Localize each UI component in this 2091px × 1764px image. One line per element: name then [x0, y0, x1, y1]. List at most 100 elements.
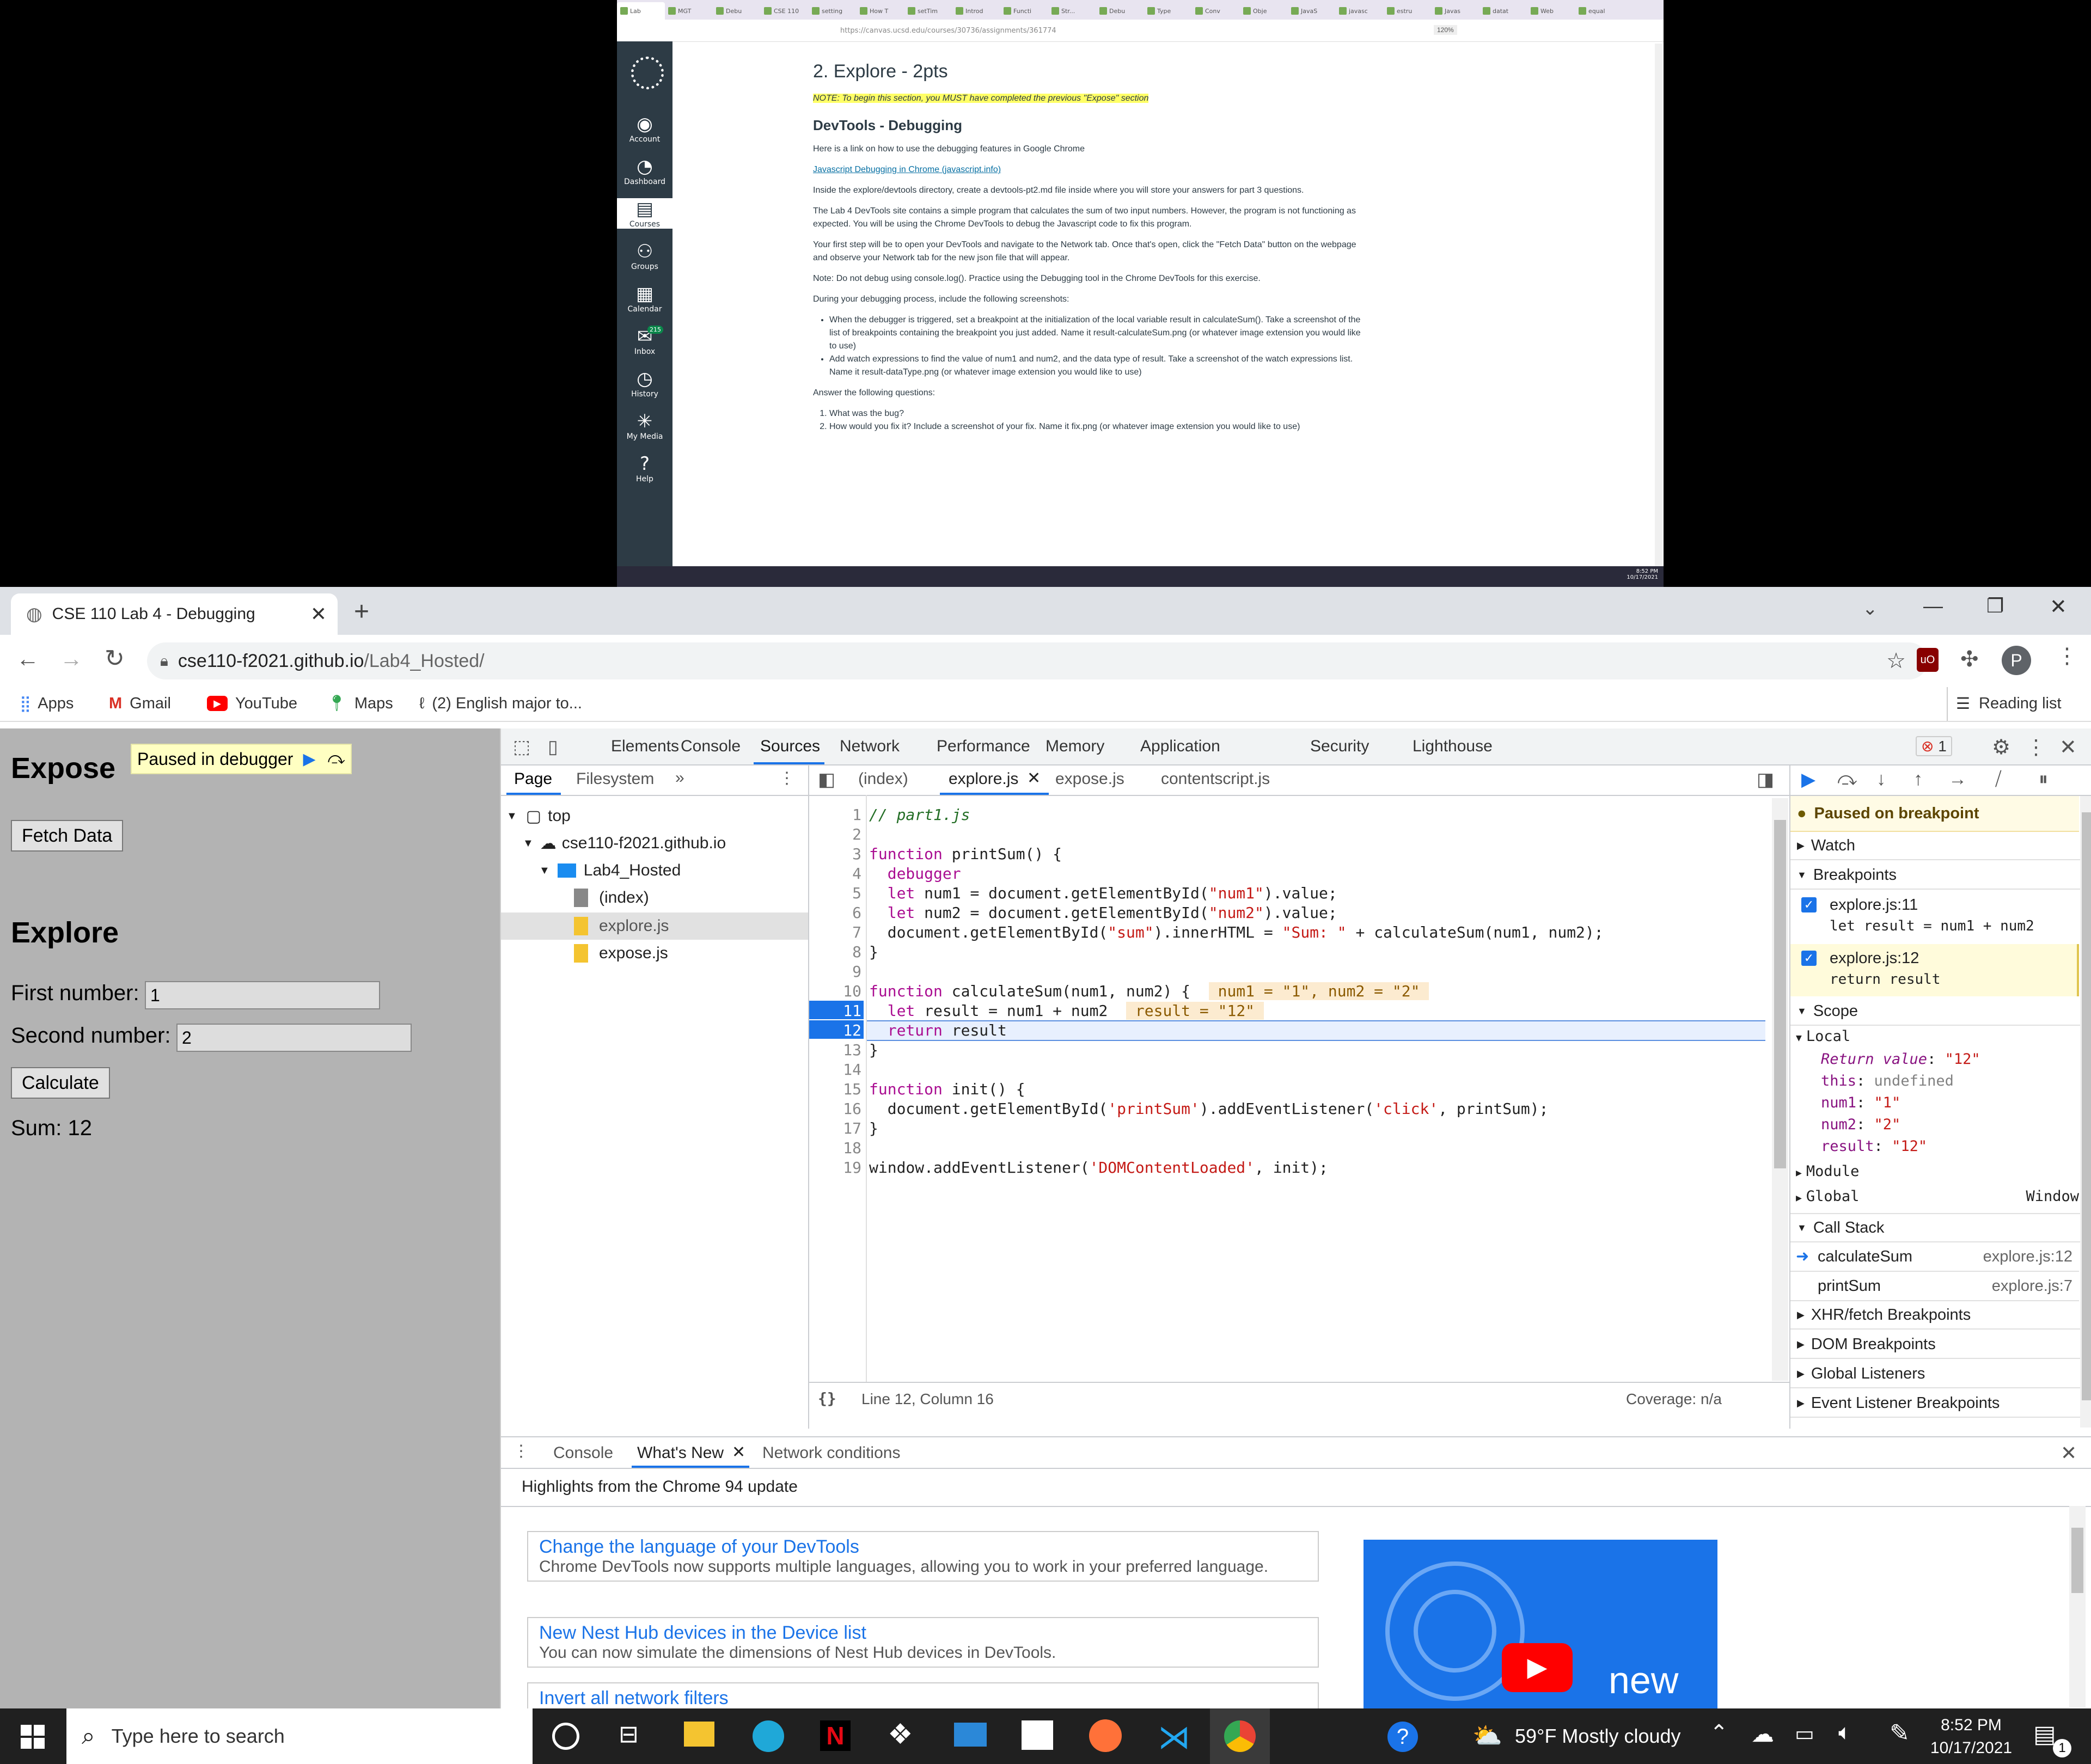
line-number[interactable]: 11	[809, 1002, 861, 1020]
line-number[interactable]: 4	[809, 865, 861, 883]
line-number[interactable]: 12	[809, 1021, 861, 1039]
line-number[interactable]: 15	[809, 1080, 861, 1098]
devtools-tab-network[interactable]: Network	[840, 737, 900, 756]
more-options-icon[interactable]: ⋮	[2026, 735, 2046, 759]
canvas-nav-calendar[interactable]: ▦ Calendar	[617, 283, 672, 314]
checkbox-checked-icon[interactable]: ✓	[1801, 951, 1817, 966]
scope-section[interactable]: ▼ Scope	[1790, 997, 2086, 1026]
scope-variable[interactable]: Return value: "12"	[1821, 1049, 1980, 1070]
code-line[interactable]: document.getElementById('printSum').addE…	[869, 1100, 1549, 1118]
ublock-icon[interactable]: uO	[1917, 648, 1939, 672]
devtools-tab-console[interactable]: Console	[681, 737, 741, 756]
step-icon[interactable]: →	[1948, 769, 1967, 790]
code-line[interactable]: }	[869, 943, 878, 961]
firefox-tab[interactable]: Javas	[1432, 2, 1479, 20]
canvas-nav-account[interactable]: ◉ Account	[617, 113, 672, 144]
onedrive-icon[interactable]: ☁	[1751, 1720, 1774, 1747]
firefox-tab[interactable]: estru	[1384, 2, 1432, 20]
step-into-icon[interactable]: ↓	[1876, 769, 1886, 790]
battery-icon[interactable]: ▭	[1795, 1722, 1814, 1746]
menu-icon[interactable]: ⋮	[2056, 644, 2078, 669]
code-line[interactable]: window.addEventListener('DOMContentLoade…	[869, 1159, 1328, 1177]
bookmark-gmail[interactable]: M Gmail	[109, 693, 171, 714]
more-tabs-icon[interactable]: »	[675, 769, 684, 787]
code-line[interactable]: document.getElementById("sum").innerHTML…	[869, 923, 1604, 941]
firefox-tab[interactable]: Lab	[617, 2, 665, 20]
device-toolbar-icon[interactable]: ▯	[548, 736, 558, 758]
code-line[interactable]: let num2 = document.getElementById("num2…	[869, 904, 1337, 922]
close-file-tab-icon[interactable]: ✕	[1027, 769, 1041, 788]
scope-variable[interactable]: this: undefined	[1821, 1070, 1980, 1092]
firefox-icon[interactable]	[1089, 1719, 1122, 1752]
canvas-nav-inbox[interactable]: ✉ Inbox 215	[617, 326, 672, 356]
firefox-tab[interactable]: setTim	[904, 2, 952, 20]
step-over-icon[interactable]: ⤼	[328, 750, 345, 768]
extensions-icon[interactable]: ✣	[1960, 647, 1979, 672]
minimize-icon[interactable]: —	[1923, 595, 1943, 617]
pretty-print-icon[interactable]: {}	[818, 1389, 836, 1407]
firefox-tab[interactable]: Conv	[1192, 2, 1240, 20]
edge-icon[interactable]	[753, 1720, 784, 1752]
file-tab-expose[interactable]: expose.js	[1055, 770, 1124, 788]
second-number-input[interactable]: 2	[176, 1024, 412, 1052]
line-number[interactable]: 8	[809, 943, 861, 961]
inspect-icon[interactable]: ⬚	[513, 736, 530, 758]
scope-variable[interactable]: result: "12"	[1821, 1136, 1980, 1157]
first-number-input[interactable]: 1	[145, 981, 380, 1009]
event-listener-breakpoints-section[interactable]: ▶ Event Listener Breakpoints	[1790, 1389, 2086, 1418]
close-drawer-tab-icon[interactable]: ✕	[732, 1443, 745, 1462]
video-thumbnail[interactable]: ▶ new	[1364, 1540, 1717, 1710]
tree-file-explore[interactable]: explore.js	[574, 914, 669, 939]
tree-domain[interactable]: ▼ ☁︎ cse110-f2021.github.io	[523, 831, 726, 856]
code-line[interactable]: let result = num1 + num2 result = "12"	[869, 1002, 1264, 1020]
canvas-nav-help[interactable]: ? Help	[617, 453, 672, 483]
bookmark-apps[interactable]: ⣿ Apps	[20, 693, 74, 714]
taskbar-search-box[interactable]: ⌕ Type here to search	[66, 1708, 533, 1764]
mail-icon[interactable]	[954, 1723, 987, 1747]
store-icon[interactable]	[1022, 1720, 1053, 1750]
line-number[interactable]: 17	[809, 1119, 861, 1137]
close-drawer-icon[interactable]: ✕	[2061, 1442, 2077, 1465]
task-view-icon[interactable]: ⊟	[619, 1720, 639, 1748]
devtools-tab-performance[interactable]: Performance	[937, 737, 1030, 756]
call-stack-section[interactable]: ▼ Call Stack	[1790, 1213, 2086, 1242]
volume-icon[interactable]: 🔈︎	[1838, 1720, 1851, 1745]
toggle-navigator-icon[interactable]: ◧	[818, 769, 835, 791]
line-number[interactable]: 1	[809, 806, 861, 824]
scope-variable[interactable]: num1: "1"	[1821, 1092, 1980, 1114]
line-number[interactable]: 10	[809, 982, 861, 1000]
canvas-nav-history[interactable]: ◷ History	[617, 368, 672, 399]
close-devtools-icon[interactable]: ✕	[2059, 735, 2077, 759]
maximize-icon[interactable]: ❐	[1986, 595, 2004, 617]
profile-avatar[interactable]: P	[2002, 646, 2031, 675]
drawer-tab-whats-new[interactable]: What's New	[637, 1444, 724, 1462]
devtools-tab-security[interactable]: Security	[1310, 737, 1369, 756]
show-hidden-icons-icon[interactable]: ⌃	[1710, 1720, 1728, 1745]
firefox-url[interactable]: https://canvas.ucsd.edu/courses/30736/as…	[753, 24, 1592, 37]
breakpoint-item-active[interactable]: ✓ explore.js:12 return result	[1790, 944, 2079, 996]
whats-new-card[interactable]: New Nest Hub devices in the Device list …	[527, 1617, 1319, 1668]
pause-exceptions-icon[interactable]: ⏸︎	[2039, 769, 2048, 790]
code-line[interactable]: function calculateSum(num1, num2) { num1…	[869, 982, 1429, 1000]
back-icon[interactable]: ←	[16, 646, 39, 672]
firefox-tab[interactable]: Web	[1527, 2, 1575, 20]
tree-top[interactable]: ▼ ▢ top	[506, 804, 571, 829]
firefox-tab[interactable]: Str...	[1048, 2, 1096, 20]
line-number[interactable]: 3	[809, 845, 861, 863]
firefox-tab[interactable]: Type	[1144, 2, 1192, 20]
checkbox-checked-icon[interactable]: ✓	[1801, 897, 1817, 912]
error-counter[interactable]: ⊗ 1	[1916, 736, 1952, 756]
firefox-tab[interactable]: javasc	[1336, 2, 1384, 20]
notifications-icon[interactable]: ▤	[2033, 1720, 2056, 1748]
file-tab-explore[interactable]: explore.js	[949, 770, 1018, 788]
firefox-tab[interactable]: Functi	[1000, 2, 1048, 20]
card-title[interactable]: Change the language of your DevTools	[539, 1536, 1307, 1558]
firefox-tab[interactable]: setting	[809, 2, 857, 20]
chrome-taskbar-active[interactable]	[1210, 1708, 1270, 1764]
dropbox-icon[interactable]: ❖	[888, 1718, 913, 1751]
line-number[interactable]: 7	[809, 923, 861, 941]
drawer-scrollbar[interactable]	[2069, 1506, 2086, 1707]
bookmark-maps[interactable]: 📍︎ Maps	[327, 693, 393, 714]
tree-folder[interactable]: ▼ Lab4_Hosted	[539, 858, 681, 883]
resume-icon[interactable]: ▶︎	[1801, 769, 1815, 791]
